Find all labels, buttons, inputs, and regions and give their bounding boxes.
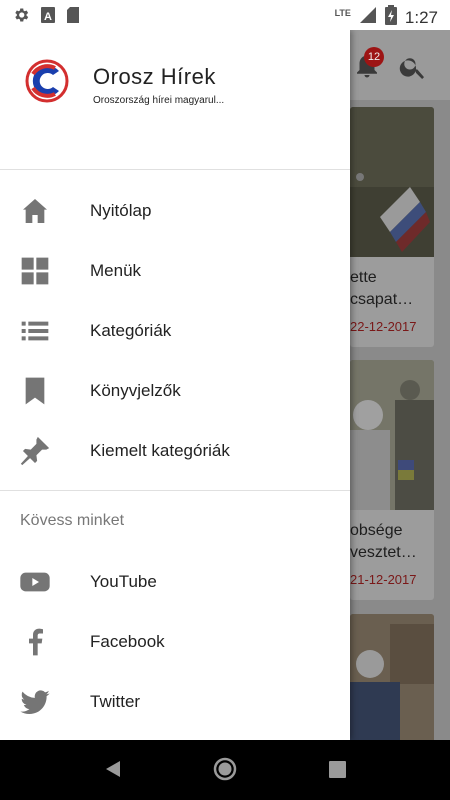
status-right-icons: LTE 1:27	[335, 5, 438, 30]
social-item-facebook[interactable]: Facebook	[0, 612, 350, 672]
status-left-icons: A	[12, 6, 80, 29]
menu-item-label: Kategóriák	[90, 321, 172, 340]
system-navigation-bar	[0, 740, 450, 800]
menu-item-label: Könyvjelzők	[90, 381, 181, 400]
home-icon	[18, 194, 52, 228]
news-card-image	[350, 614, 434, 740]
news-card-date: 21-12-2017	[350, 572, 417, 587]
app-subtitle: Oroszország hírei magyarul...	[93, 95, 225, 106]
background-app[interactable]: 12 ette csapat… 22-12-2017 obsége veszte…	[350, 30, 450, 740]
app-logo	[25, 59, 69, 103]
news-card[interactable]: obsége vesztet… 21-12-2017	[350, 360, 434, 600]
status-bar: A LTE 1:27	[0, 0, 450, 30]
twitter-icon	[18, 685, 52, 719]
social-item-twitter[interactable]: Twitter	[0, 672, 350, 732]
news-card[interactable]	[350, 614, 434, 740]
clock: 1:27	[404, 7, 438, 27]
section-divider	[0, 490, 350, 491]
bookmark-icon	[18, 374, 52, 408]
news-card-title-line2: vesztet…	[350, 544, 417, 561]
app-title: Orosz Hírek	[93, 64, 216, 89]
menu-item-label: Kiemelt kategóriák	[90, 441, 230, 460]
follow-section-title: Kövess minket	[20, 512, 125, 529]
pin-icon	[18, 434, 52, 468]
news-card[interactable]: ette csapat… 22-12-2017	[350, 107, 434, 347]
youtube-icon	[18, 565, 52, 599]
background-toolbar: 12	[350, 30, 450, 100]
menu-item-label: Nyitólap	[90, 201, 152, 220]
grid-icon	[18, 254, 52, 288]
list-icon	[18, 314, 52, 348]
social-item-label: Facebook	[90, 632, 165, 651]
social-item-label: Twitter	[90, 692, 141, 711]
sd-card-icon	[66, 6, 80, 29]
gear-icon	[12, 6, 30, 29]
network-type: LTE	[334, 7, 351, 18]
news-card-title-line1: ette	[350, 269, 377, 286]
menu-item-menus[interactable]: Menük	[0, 241, 350, 301]
text-a-icon: A	[40, 6, 56, 29]
news-card-image	[350, 107, 434, 257]
header-divider	[0, 169, 350, 170]
signal-icon	[359, 6, 377, 29]
notification-badge: 12	[364, 47, 384, 67]
social-item-label: YouTube	[90, 572, 157, 591]
social-item-youtube[interactable]: YouTube	[0, 552, 350, 612]
menu-item-bookmarks[interactable]: Könyvjelzők	[0, 361, 350, 421]
news-card-title-line2: csapat…	[350, 291, 414, 308]
menu-item-label: Menük	[90, 261, 142, 280]
search-icon[interactable]	[398, 52, 428, 87]
home-button-icon[interactable]	[213, 757, 237, 786]
back-icon[interactable]	[102, 758, 124, 785]
menu-item-categories[interactable]: Kategóriák	[0, 301, 350, 361]
news-card-title-line1: obsége	[350, 522, 403, 539]
news-card-date: 22-12-2017	[350, 319, 417, 334]
svg-text:A: A	[44, 11, 52, 23]
recents-icon[interactable]	[329, 761, 346, 783]
navigation-drawer: Orosz Hírek Oroszország hírei magyarul..…	[0, 30, 350, 740]
menu-item-home[interactable]: Nyitólap	[0, 181, 350, 241]
battery-icon	[384, 5, 397, 30]
news-card-image	[350, 360, 434, 510]
menu-item-featured-categories[interactable]: Kiemelt kategóriák	[0, 421, 350, 481]
drawer-header: Orosz Hírek Oroszország hírei magyarul..…	[0, 30, 350, 170]
facebook-icon	[18, 625, 52, 659]
